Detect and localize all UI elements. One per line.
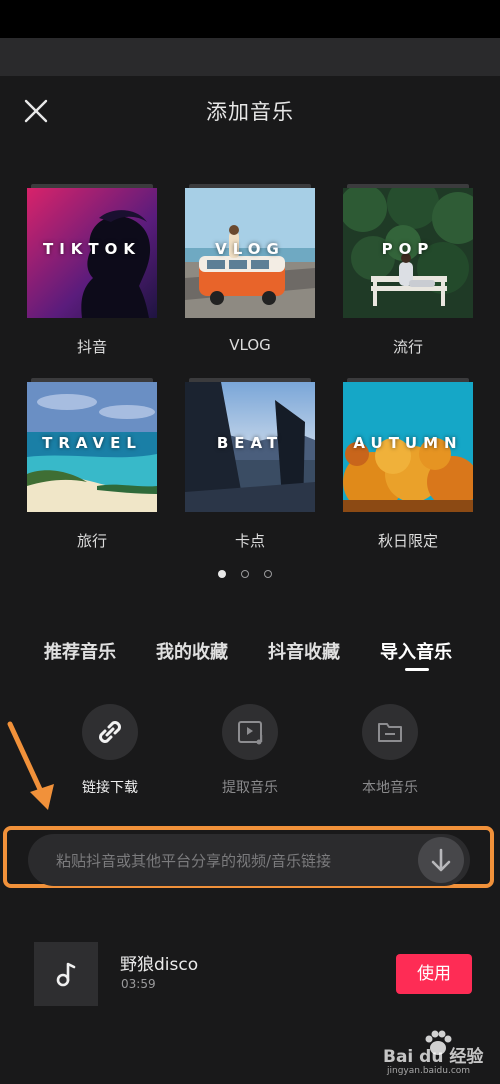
link-input-field[interactable] xyxy=(28,834,470,886)
playlist-label: 流行 xyxy=(392,338,423,356)
tool-label: 提取音乐 xyxy=(222,780,278,796)
song-title: 野狼disco xyxy=(120,955,199,975)
playlist-label: 旅行 xyxy=(76,532,107,550)
page-dot[interactable] xyxy=(241,570,249,578)
tool-label: 链接下载 xyxy=(82,780,138,796)
tab-import-music[interactable]: 导入音乐 xyxy=(380,638,452,664)
use-button[interactable]: 使用 xyxy=(396,954,472,994)
video-music-icon xyxy=(238,721,263,745)
tool-icon-circle xyxy=(362,704,418,760)
page-dot[interactable] xyxy=(264,570,272,578)
watermark-text: Bai du 经验 xyxy=(383,1047,484,1067)
playlist-label: 卡点 xyxy=(234,532,265,550)
song-thumbnail[interactable] xyxy=(34,942,98,1006)
music-note-icon xyxy=(56,962,76,987)
active-tab-indicator xyxy=(405,668,429,671)
tab-recommended[interactable]: 推荐音乐 xyxy=(44,638,116,664)
song-duration: 03:59 xyxy=(121,977,156,991)
playlist-label: 抖音 xyxy=(76,338,107,356)
tab-douyin-favorites[interactable]: 抖音收藏 xyxy=(268,638,340,664)
cover-title: AUTUMN xyxy=(353,434,463,452)
cover-title: BEAT xyxy=(216,434,284,452)
baidu-watermark: Bai du 经验 jingyan.baidu.com xyxy=(383,1030,495,1080)
folder-icon xyxy=(378,723,402,742)
arrow-down-icon xyxy=(431,848,451,872)
playlist-label: 秋日限定 xyxy=(377,532,438,550)
page-dot-active[interactable] xyxy=(218,570,226,578)
page-title: 添加音乐 xyxy=(206,100,294,124)
status-bar xyxy=(0,0,500,38)
tool-icon-circle xyxy=(82,704,138,760)
link-icon xyxy=(99,721,121,743)
annotation-arrow-icon xyxy=(7,721,54,810)
cover-title: TRAVEL xyxy=(42,434,142,452)
watermark-url: jingyan.baidu.com xyxy=(387,1066,471,1076)
link-input[interactable] xyxy=(54,846,418,876)
cover-title: VLOG xyxy=(215,240,285,258)
playlist-label: VLOG xyxy=(229,336,271,354)
download-button[interactable] xyxy=(418,837,464,883)
tab-my-favorites[interactable]: 我的收藏 xyxy=(156,638,228,664)
tool-label: 本地音乐 xyxy=(362,780,418,796)
cover-title: POP xyxy=(381,240,435,258)
tool-icon-circle xyxy=(222,704,278,760)
cover-title: TIKTOK xyxy=(42,240,142,258)
